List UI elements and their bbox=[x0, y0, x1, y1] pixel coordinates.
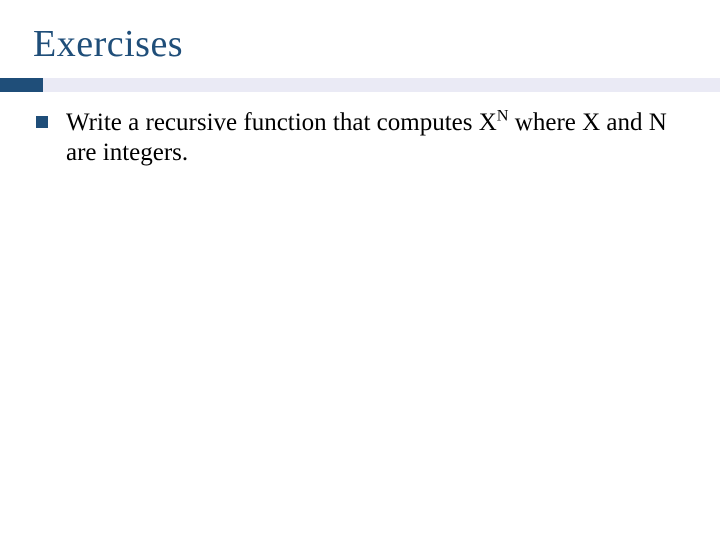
title-area: Exercises bbox=[33, 22, 687, 66]
bullet-text-superscript: N bbox=[497, 107, 509, 125]
bullet-text: Write a recursive function that computes… bbox=[66, 108, 684, 167]
bullet-text-prefix: Write a recursive function that computes… bbox=[66, 109, 497, 136]
body-area: Write a recursive function that computes… bbox=[36, 108, 684, 167]
list-item: Write a recursive function that computes… bbox=[36, 108, 684, 167]
accent-bar bbox=[0, 78, 720, 92]
slide-title: Exercises bbox=[33, 22, 687, 66]
square-bullet-icon bbox=[36, 116, 48, 128]
slide: Exercises Write a recursive function tha… bbox=[0, 0, 720, 540]
